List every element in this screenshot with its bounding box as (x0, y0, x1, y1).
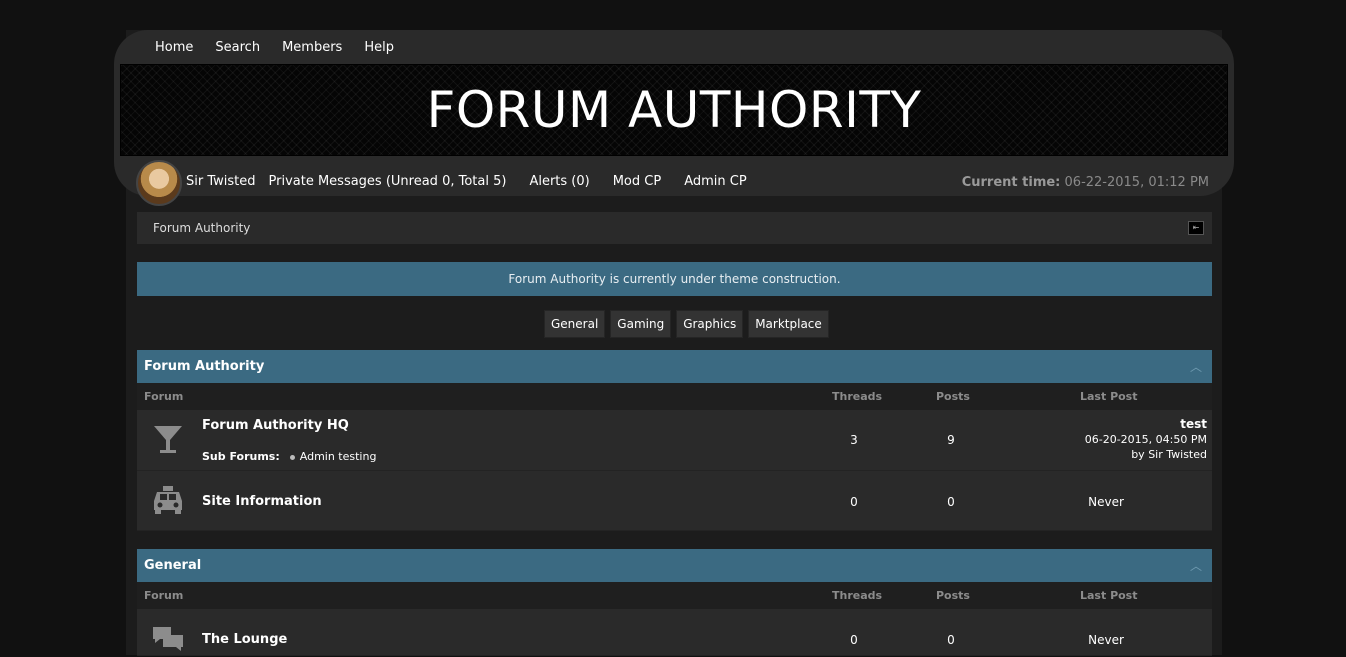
post-count: 0 (947, 633, 955, 647)
tab-graphics[interactable]: Graphics (676, 310, 744, 338)
tab-gaming[interactable]: Gaming (610, 310, 672, 338)
username-link[interactable]: Sir Twisted (186, 174, 256, 189)
nav-members[interactable]: Members (282, 40, 342, 56)
breadcrumb-item[interactable]: Forum Authority (153, 221, 250, 235)
sub-forums: Sub Forums: Admin testing (202, 450, 376, 463)
forum-row: Forum Authority HQ Sub Forums: Admin test… (137, 410, 1212, 471)
nav-home[interactable]: Home (155, 40, 193, 56)
col-forum: Forum (144, 390, 184, 403)
cocktail-glass-icon (154, 426, 182, 453)
nav-search[interactable]: Search (215, 40, 260, 56)
sub-forums-label: Sub Forums: (202, 450, 280, 463)
thread-count: 3 (850, 433, 858, 447)
sub-forum-link[interactable]: Admin testing (300, 450, 377, 463)
notice-banner: Forum Authority is currently under theme… (137, 262, 1212, 296)
col-posts: Posts (936, 390, 970, 403)
category-header: General ︿ (137, 549, 1212, 582)
last-post-title[interactable]: test (1085, 417, 1207, 432)
category-title[interactable]: General (144, 558, 201, 573)
chat-bubbles-icon (153, 627, 183, 651)
breadcrumb: Forum Authority ⇤ (137, 212, 1212, 244)
nav-help[interactable]: Help (364, 40, 394, 56)
current-time: Current time: 06-22-2015, 01:12 PM (962, 175, 1209, 190)
avatar[interactable] (136, 160, 182, 206)
col-last-post: Last Post (1080, 390, 1138, 403)
forum-row: The Lounge 0 0 Never (137, 609, 1212, 656)
tab-marktplace[interactable]: Marktplace (748, 310, 829, 338)
sidebar-toggle-icon[interactable]: ⇤ (1188, 221, 1204, 235)
thread-count: 0 (850, 633, 858, 647)
site-title[interactable]: FORUM AUTHORITY (120, 64, 1228, 156)
bullet-icon (289, 454, 295, 460)
top-nav: Home Search Members Help (155, 40, 416, 56)
current-time-label: Current time: (961, 175, 1061, 190)
mod-cp-link[interactable]: Mod CP (613, 174, 661, 189)
forum-row: Site Information 0 0 Never (137, 471, 1212, 531)
taxi-icon (154, 486, 182, 514)
col-threads: Threads (832, 589, 883, 602)
forum-name[interactable]: The Lounge (202, 632, 287, 647)
admin-cp-link[interactable]: Admin CP (684, 174, 746, 189)
column-header: Forum Threads Posts Last Post (137, 383, 1212, 410)
current-time-value: 06-22-2015, 01:12 PM (1064, 175, 1209, 190)
post-count: 9 (947, 433, 955, 447)
post-count: 0 (947, 495, 955, 509)
col-threads: Threads (832, 390, 883, 403)
private-messages-link[interactable]: Private Messages (Unread 0, Total 5) (269, 174, 507, 189)
last-post-date: 06-20-2015, 04:50 PM (1084, 433, 1207, 446)
collapse-chevron-icon[interactable]: ︿ (1190, 557, 1202, 574)
last-post-never: Never (1088, 633, 1124, 647)
thread-count: 0 (850, 495, 858, 509)
alerts-link[interactable]: Alerts (0) (529, 174, 589, 189)
last-post: test 06-20-2015, 04:50 PM by Sir Twisted (1085, 417, 1207, 462)
col-forum: Forum (144, 589, 184, 602)
category-header: Forum Authority ︿ (137, 350, 1212, 383)
column-header: Forum Threads Posts Last Post (137, 582, 1212, 609)
forum-name[interactable]: Site Information (202, 494, 322, 509)
col-posts: Posts (936, 589, 970, 602)
category-tabs: General Gaming Graphics Marktplace (544, 310, 834, 338)
collapse-chevron-icon[interactable]: ︿ (1190, 358, 1202, 375)
last-post-author[interactable]: by Sir Twisted (1085, 447, 1207, 462)
user-links: Sir Twisted Private Messages (Unread 0, … (186, 174, 770, 189)
last-post-never: Never (1088, 495, 1124, 509)
col-last-post: Last Post (1080, 589, 1138, 602)
banner: FORUM AUTHORITY (120, 64, 1228, 156)
tab-general[interactable]: General (544, 310, 606, 338)
forum-name[interactable]: Forum Authority HQ (202, 418, 349, 433)
category-title[interactable]: Forum Authority (144, 359, 264, 374)
